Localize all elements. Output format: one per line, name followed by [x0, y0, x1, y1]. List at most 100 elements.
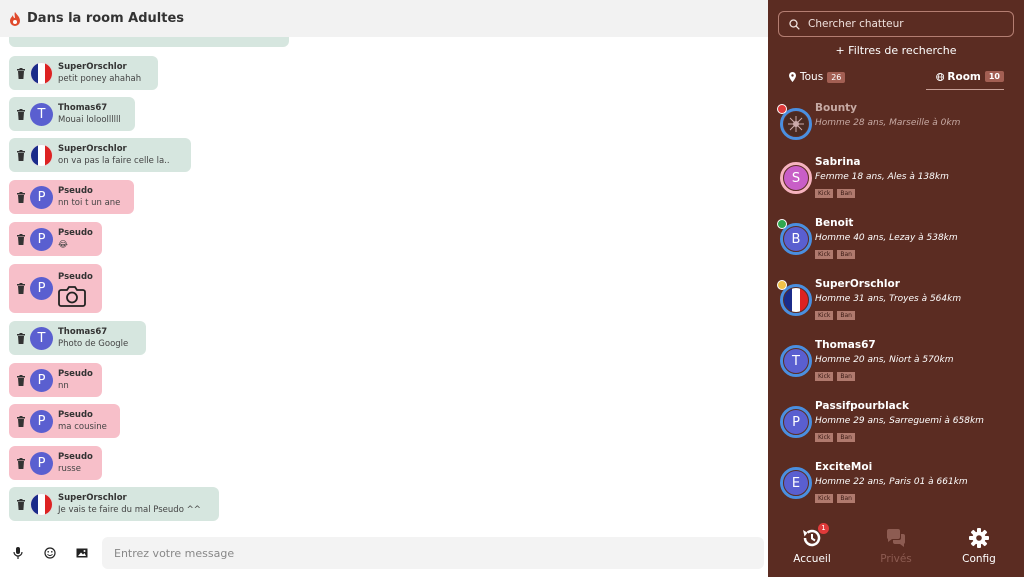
nav-config[interactable]: Config: [939, 520, 1019, 565]
avatar[interactable]: P: [30, 227, 53, 251]
trash-icon[interactable]: [16, 374, 26, 386]
user-avatar[interactable]: P: [780, 406, 812, 438]
message-item[interactable]: P Pseudo nn: [9, 363, 102, 397]
message-text: Mouai loloollllll: [58, 114, 121, 125]
avatar[interactable]: P: [30, 185, 53, 209]
message-item[interactable]: P Pseudo: [9, 264, 102, 313]
message-item[interactable]: P Pseudo ma cousine: [9, 404, 120, 438]
kick-button[interactable]: Kick: [815, 250, 834, 259]
message-author[interactable]: Pseudo: [58, 271, 93, 283]
tab-tous[interactable]: Tous 26: [788, 64, 846, 90]
user-name[interactable]: Sabrina: [815, 156, 861, 168]
user-avatar[interactable]: E: [780, 467, 812, 499]
message-text: Je vais te faire du mal Pseudo ^^: [58, 504, 201, 515]
message-text: nn: [58, 380, 69, 391]
trash-icon[interactable]: [16, 233, 26, 245]
message-text: 😂: [58, 239, 68, 250]
message-text: nn toi t un ane: [58, 197, 121, 208]
trash-icon[interactable]: [16, 149, 26, 161]
user-name[interactable]: Bounty: [815, 102, 857, 114]
avatar-letter: S: [784, 166, 808, 190]
avatar[interactable]: [30, 143, 53, 167]
trash-icon[interactable]: [16, 67, 26, 79]
tab-room[interactable]: Room 10: [926, 64, 1004, 90]
message-item[interactable]: T Thomas67 Mouai loloollllll: [9, 97, 135, 131]
avatar[interactable]: P: [30, 451, 53, 475]
kick-button[interactable]: Kick: [815, 311, 834, 320]
message-author[interactable]: SuperOrschlor: [58, 61, 141, 73]
camera-icon[interactable]: [58, 285, 86, 307]
trash-icon[interactable]: [16, 283, 26, 294]
message-text: on va pas la faire celle la..: [58, 155, 170, 166]
chat-title: Dans la room Adultes: [27, 11, 185, 26]
user-info: Homme 31 ans, Troyes à 564km: [815, 294, 962, 304]
message-input[interactable]: Entrez votre message: [102, 537, 764, 569]
message-author[interactable]: Pseudo: [58, 409, 107, 421]
tab-tous-count: 26: [827, 71, 846, 83]
trash-icon[interactable]: [16, 332, 26, 344]
message-author[interactable]: SuperOrschlor: [58, 143, 170, 155]
emoji-icon[interactable]: [44, 547, 56, 559]
ban-button[interactable]: Ban: [837, 189, 855, 198]
message-author[interactable]: Pseudo: [58, 227, 93, 239]
message-author[interactable]: Thomas67: [58, 326, 128, 338]
status-dot: [777, 104, 787, 114]
nav-accueil[interactable]: 1 Accueil: [772, 520, 852, 565]
message-item[interactable]: SuperOrschlor on va pas la faire celle l…: [9, 138, 191, 172]
gear-icon: [969, 528, 989, 548]
chat-header: Dans la room Adultes: [0, 0, 768, 37]
avatar[interactable]: P: [30, 277, 53, 300]
user-name[interactable]: Passifpourblack: [815, 400, 909, 412]
avatar[interactable]: P: [30, 368, 53, 392]
nav-prives[interactable]: Privés: [856, 520, 936, 565]
avatar[interactable]: T: [30, 326, 53, 350]
trash-icon[interactable]: [16, 108, 26, 120]
ban-button[interactable]: Ban: [837, 433, 855, 442]
microphone-icon[interactable]: [12, 547, 24, 559]
user-name[interactable]: SuperOrschlor: [815, 278, 900, 290]
kick-button[interactable]: Kick: [815, 372, 834, 381]
message-item[interactable]: T Thomas67 Photo de Google: [9, 321, 146, 355]
trash-icon[interactable]: [16, 498, 26, 510]
user-avatar[interactable]: T: [780, 345, 812, 377]
kick-button[interactable]: Kick: [815, 433, 834, 442]
search-input[interactable]: Chercher chatteur: [778, 11, 1014, 37]
message-item[interactable]: P Pseudo russe: [9, 446, 102, 480]
message-author[interactable]: Pseudo: [58, 451, 93, 463]
location-pin-icon: [789, 72, 796, 82]
message-item[interactable]: SuperOrschlor petit poney ahahah: [9, 56, 158, 90]
ban-button[interactable]: Ban: [837, 372, 855, 381]
chat-bubbles-icon: [886, 529, 906, 547]
message-author[interactable]: SuperOrschlor: [58, 492, 201, 504]
user-name[interactable]: Thomas67: [815, 339, 876, 351]
avatar[interactable]: P: [30, 409, 53, 433]
ban-button[interactable]: Ban: [837, 494, 855, 503]
avatar[interactable]: [30, 492, 53, 516]
avatar[interactable]: [30, 61, 53, 85]
message-list[interactable]: SuperOrschlor petit poney ahahah T Thoma…: [0, 37, 768, 527]
image-icon[interactable]: [76, 547, 88, 559]
user-name[interactable]: Benoit: [815, 217, 853, 229]
avatar-letter: E: [784, 471, 808, 495]
kick-button[interactable]: Kick: [815, 189, 834, 198]
user-actions: Kick Ban: [815, 189, 855, 198]
user-name[interactable]: ExciteMoi: [815, 461, 872, 473]
ban-button[interactable]: Ban: [837, 250, 855, 259]
message-item[interactable]: P Pseudo 😂: [9, 222, 102, 256]
trash-icon[interactable]: [16, 415, 26, 427]
message-author[interactable]: Pseudo: [58, 368, 93, 380]
message-item[interactable]: P Pseudo nn toi t un ane: [9, 180, 134, 214]
globe-icon: [936, 72, 945, 81]
avatar[interactable]: T: [30, 102, 53, 126]
avatar-letter: T: [784, 349, 808, 373]
message-author[interactable]: Thomas67: [58, 102, 121, 114]
search-filters-link[interactable]: + Filtres de recherche: [768, 44, 1024, 57]
message-item[interactable]: SuperOrschlor Je vais te faire du mal Ps…: [9, 487, 219, 521]
kick-button[interactable]: Kick: [815, 494, 834, 503]
trash-icon[interactable]: [16, 191, 26, 203]
trash-icon[interactable]: [16, 457, 26, 469]
user-info: Homme 28 ans, Marseille à 0km: [815, 118, 961, 128]
ban-button[interactable]: Ban: [837, 311, 855, 320]
user-avatar[interactable]: S: [780, 162, 812, 194]
message-author[interactable]: Pseudo: [58, 185, 120, 197]
